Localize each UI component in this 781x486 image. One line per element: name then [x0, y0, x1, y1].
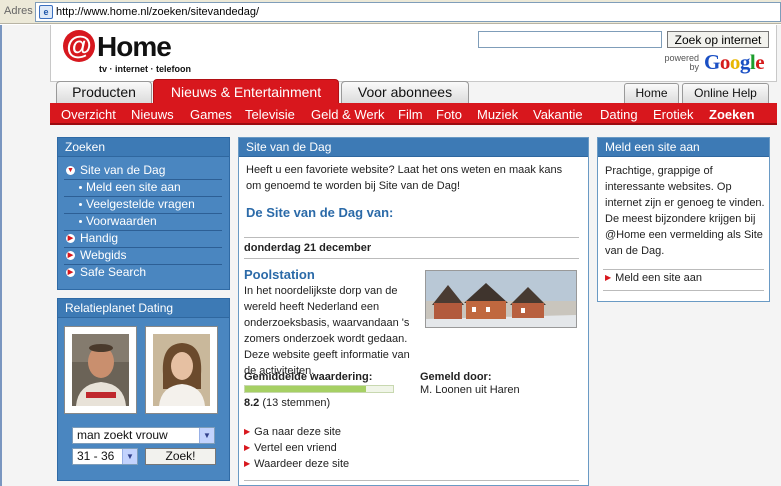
seeking-select[interactable]: man zoekt vrouw ▼ — [72, 427, 215, 444]
address-bar: Adres e http://www.home.nl/zoeken/siteva… — [0, 0, 781, 24]
rate-site-link[interactable]: ▶ Waardeer deze site — [244, 458, 349, 470]
rate-site-label: Waardeer deze site — [254, 458, 350, 470]
logo-word: Home — [97, 31, 172, 62]
divider — [244, 480, 579, 481]
google-letter: o — [729, 50, 741, 74]
submit-site-link[interactable]: ▶ Meld een site aan — [605, 272, 702, 284]
bullet-icon — [79, 203, 82, 206]
sidebar-item-safe-search[interactable]: Safe Search — [80, 265, 146, 279]
bullet-icon — [79, 220, 82, 223]
logo-at-icon: @ — [63, 30, 95, 62]
powered-by-label: powered by — [664, 53, 699, 72]
tab-voor-abonnees[interactable]: Voor abonnees — [341, 81, 469, 103]
sidebar-item-site-van-de-dag[interactable]: Site van de Dag — [80, 163, 165, 177]
arrow-right-icon: ▶ — [244, 459, 251, 468]
circle-arrow-right-icon: ▶ — [66, 234, 75, 243]
nav-zoeken[interactable]: Zoeken — [709, 107, 755, 122]
nav-nieuws[interactable]: Nieuws — [131, 107, 174, 122]
tab-nieuws-entertainment[interactable]: Nieuws & Entertainment — [153, 79, 339, 103]
sidebar-item-faq[interactable]: Veelgestelde vragen — [86, 197, 195, 211]
right-text: Prachtige, grappige of interessante webs… — [605, 165, 765, 257]
rating-bar — [244, 385, 394, 393]
site-thumbnail[interactable] — [425, 270, 577, 328]
page-icon: e — [39, 5, 53, 19]
nav-geld-werk[interactable]: Geld & Werk — [311, 107, 384, 122]
submit-site-label: Meld een site aan — [615, 272, 702, 284]
rating-votes: (13 stemmen) — [262, 397, 331, 409]
sidebar-item-meld[interactable]: Meld een site aan — [86, 180, 181, 194]
main-heading: De Site van de Dag van: — [246, 205, 394, 220]
bullet-icon — [79, 186, 82, 189]
sidebar-item-handig[interactable]: Handig — [80, 231, 118, 245]
rating-value: 8.2 — [244, 397, 260, 409]
google-letter: o — [719, 50, 731, 74]
sidebar-item-webgids[interactable]: Webgids — [80, 248, 126, 262]
age-select[interactable]: 31 - 36 ▼ — [72, 448, 138, 465]
man-portrait-icon — [72, 334, 129, 406]
chevron-down-icon: ▼ — [122, 449, 137, 464]
sidebar-title: Zoeken — [58, 138, 229, 157]
rating-bar-fill — [245, 386, 367, 392]
tab-home[interactable]: Home — [624, 83, 679, 103]
divider — [244, 258, 579, 259]
profile-photo-woman[interactable] — [145, 326, 218, 414]
nav-overzicht[interactable]: Overzicht — [61, 107, 116, 122]
intro-text: Heeft u een favoriete website? Laat het … — [246, 164, 563, 192]
station-photo-icon — [426, 271, 576, 327]
nav-erotiek[interactable]: Erotiek — [653, 107, 693, 122]
arrow-right-icon: ▶ — [605, 273, 612, 282]
nav-muziek[interactable]: Muziek — [477, 107, 518, 122]
dating-search-button[interactable]: Zoek! — [145, 448, 216, 465]
goto-site-link[interactable]: ▶ Ga naar deze site — [244, 426, 341, 438]
rating-summary: 8.2 (13 stemmen) — [244, 395, 330, 411]
tell-friend-link[interactable]: ▶ Vertel een vriend — [244, 442, 337, 454]
reported-by: M. Loonen uit Haren — [420, 384, 520, 396]
rating-label: Gemiddelde waardering: — [244, 371, 373, 383]
circle-arrow-down-icon: ▼ — [66, 166, 75, 175]
woman-portrait-icon — [153, 334, 210, 406]
circle-arrow-right-icon: ▶ — [66, 251, 75, 260]
home-logo[interactable]: @ Home tv · internet · telefoon — [63, 30, 203, 76]
dating-title: Relatieplanet Dating — [58, 299, 229, 318]
nav-televisie[interactable]: Televisie — [245, 107, 295, 122]
logo-tagline: tv · internet · telefoon — [99, 64, 191, 74]
site-description: In het noordelijkste dorp van de wereld … — [244, 285, 410, 377]
age-select-value: 31 - 36 — [77, 449, 115, 463]
right-title: Meld een site aan — [598, 138, 769, 157]
nav-foto[interactable]: Foto — [436, 107, 462, 122]
google-letter: G — [704, 50, 720, 74]
google-letter: e — [755, 50, 765, 74]
nav-vakantie[interactable]: Vakantie — [533, 107, 583, 122]
arrow-right-icon: ▶ — [244, 427, 251, 436]
seeking-select-value: man zoekt vrouw — [77, 428, 168, 442]
address-label: Adres — [4, 5, 33, 17]
tab-producten[interactable]: Producten — [56, 81, 152, 103]
profile-photo-man[interactable] — [64, 326, 137, 414]
sidebar-item-voorwaarden[interactable]: Voorwaarden — [86, 214, 157, 228]
nav-dating[interactable]: Dating — [600, 107, 638, 122]
divider — [603, 269, 764, 270]
window-frame — [0, 25, 2, 486]
divider — [244, 237, 579, 238]
nav-games[interactable]: Games — [190, 107, 232, 122]
goto-site-label: Ga naar deze site — [254, 426, 341, 438]
address-field[interactable]: e http://www.home.nl/zoeken/sitevandedag… — [35, 2, 781, 22]
google-letter: g — [739, 50, 751, 74]
nav-film[interactable]: Film — [398, 107, 423, 122]
tell-friend-label: Vertel een vriend — [254, 442, 337, 454]
site-name-link[interactable]: Poolstation — [244, 267, 315, 283]
divider — [603, 290, 764, 291]
main-title: Site van de Dag — [239, 138, 588, 157]
circle-arrow-right-icon: ▶ — [66, 268, 75, 277]
search-input[interactable] — [478, 31, 662, 48]
address-url[interactable]: http://www.home.nl/zoeken/sitevandedag/ — [56, 6, 259, 18]
chevron-down-icon: ▼ — [199, 428, 214, 443]
google-logo: Google — [704, 50, 765, 75]
date-label: donderdag 21 december — [244, 242, 372, 254]
search-button[interactable]: Zoek op internet — [667, 31, 769, 48]
tab-online-help[interactable]: Online Help — [682, 83, 769, 103]
arrow-right-icon: ▶ — [244, 443, 251, 452]
